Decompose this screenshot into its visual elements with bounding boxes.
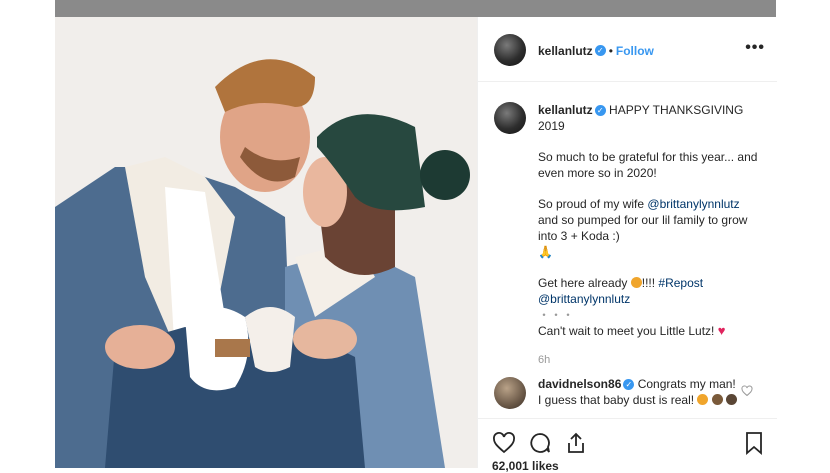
follow-button[interactable]: Follow (616, 44, 654, 58)
author-username[interactable]: kellanlutz (538, 44, 593, 58)
red-heart-emoji: ♥ (717, 323, 726, 338)
like-heart-icon[interactable] (492, 431, 516, 455)
caption-exclaim: !!!! (641, 276, 656, 290)
header-user-row: kellanlutz ✓ • Follow (538, 42, 654, 60)
more-options-icon[interactable]: ••• (745, 39, 765, 57)
commenter-username[interactable]: davidnelson86 (538, 377, 621, 391)
comment-bubble-icon[interactable] (528, 431, 552, 455)
instagram-post: kellanlutz ✓ • Follow ••• kellanlutz ✓ HAPPY… (55, 17, 777, 473)
repost-hashtag[interactable]: #Repost (658, 276, 703, 290)
verified-icon: ✓ (594, 105, 606, 117)
post-side-panel: kellanlutz ✓ • Follow ••• kellanlutz ✓ HAPPY… (477, 17, 777, 473)
share-icon[interactable] (564, 431, 588, 455)
sunglasses-emoji-icon (711, 394, 723, 405)
couple-photo-illustration (55, 17, 477, 468)
verified-icon: ✓ (623, 379, 635, 391)
post-time: 6h (538, 354, 551, 366)
caption-line-5: Get here already (538, 276, 628, 290)
browser-top-strip (55, 0, 776, 17)
post-header: kellanlutz ✓ • Follow ••• (478, 17, 777, 82)
commenter-avatar[interactable] (494, 377, 526, 409)
caption-line-2: So much to be grateful for this year... … (538, 150, 758, 180)
like-comment-heart-icon[interactable] (741, 385, 753, 397)
mention-link-2[interactable]: @brittanylynnlutz (538, 292, 630, 306)
post-caption: kellanlutz ✓ HAPPY THANKSGIVING 2019 So m… (538, 102, 760, 354)
author-avatar[interactable] (494, 34, 526, 66)
caption-line-4: and so pumped for our lil family to grow… (538, 213, 748, 243)
action-bar: 62,001 likes (478, 418, 777, 473)
caption-line-3: So proud of my wife (538, 197, 645, 211)
post-photo (55, 17, 477, 468)
emoji-icon (697, 394, 709, 405)
emoji-icon (726, 394, 738, 405)
mention-link[interactable]: @brittanylynnlutz (647, 197, 739, 211)
caption-dots: ・・・ (538, 308, 575, 322)
prayer-emoji: 🙏 (538, 245, 553, 259)
verified-icon: ✓ (594, 45, 606, 57)
caption-username[interactable]: kellanlutz (538, 103, 593, 117)
caption-line-6: Can't wait to meet you Little Lutz! (538, 324, 715, 338)
comments-section: kellanlutz ✓ HAPPY THANKSGIVING 2019 So m… (478, 82, 777, 418)
caption-author-avatar[interactable] (494, 102, 526, 134)
likes-count[interactable]: 62,001 likes (492, 459, 559, 473)
smile-emoji-icon (630, 277, 642, 288)
comment-item: davidnelson86 ✓ Congrats my man! I guess … (538, 376, 738, 408)
separator-dot: • (608, 44, 613, 58)
save-bookmark-icon[interactable] (742, 431, 766, 455)
